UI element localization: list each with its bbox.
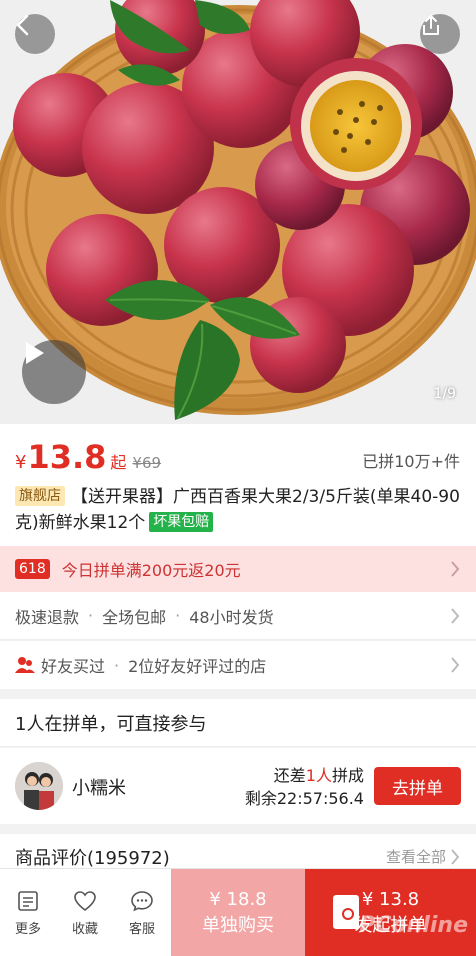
need-suffix: 拼成 xyxy=(331,766,364,785)
separator-dot: · xyxy=(175,606,181,625)
guarantee-tag: 坏果包赔 xyxy=(149,512,214,532)
price-row: ¥ 13.8 起 ¥69 xyxy=(15,438,161,476)
favorite-label: 收藏 xyxy=(71,921,98,937)
product-image-carousel[interactable]: 1/9 xyxy=(0,0,476,424)
view-all-reviews-link[interactable]: 查看全部 xyxy=(386,846,460,867)
chevron-right-icon xyxy=(451,607,460,624)
currency-symbol: ¥ xyxy=(15,452,27,473)
solo-label: 单独购买 xyxy=(202,915,274,936)
group-status: 还差1人拼成 剩余22:57:56.4 xyxy=(245,764,364,810)
chevron-left-icon xyxy=(16,14,29,36)
friends-icon xyxy=(15,657,35,673)
flagship-store-tag: 旗舰店 xyxy=(15,486,65,506)
friends-detail: 2位好友好评过的店 xyxy=(128,657,267,676)
heart-icon xyxy=(74,890,96,911)
customer-service-button[interactable]: 客服 xyxy=(114,869,170,956)
favorite-button[interactable]: 收藏 xyxy=(57,869,113,956)
service-item: 全场包邮 xyxy=(102,607,167,627)
group-buy-price: ¥ 13.8 xyxy=(361,889,420,910)
play-icon xyxy=(26,342,44,364)
red-packet-icon xyxy=(333,895,359,929)
reviews-label: 商品评价(195972) xyxy=(15,848,170,869)
more-button[interactable]: 更多 xyxy=(0,869,56,956)
service-item: 极速退款 xyxy=(15,607,80,627)
group-user-name: 小糯米 xyxy=(72,778,126,799)
list-icon xyxy=(18,890,38,911)
service-item: 48小时发货 xyxy=(189,607,274,627)
more-label: 更多 xyxy=(14,921,41,937)
group-section-header: 1人在拼单，可直接参与 xyxy=(0,699,476,747)
service-guarantees-row[interactable]: 极速退款 · 全场包邮 · 48小时发货 xyxy=(0,592,476,640)
need-count: 1人 xyxy=(305,766,332,785)
promo-badge: 618 xyxy=(15,559,50,579)
original-price: ¥69 xyxy=(132,454,162,472)
chevron-right-icon xyxy=(451,561,460,577)
sold-count: 已拼10万+件 xyxy=(362,452,460,471)
view-all-label: 查看全部 xyxy=(385,848,446,866)
promo-text: 今日拼单满200元返20元 xyxy=(61,561,241,580)
product-page: 1/9 ¥ 13.8 起 ¥69 已拼10万+件 旗舰店 【送开果器】广西百香果大… xyxy=(0,0,476,956)
play-video-button[interactable] xyxy=(22,340,86,404)
need-prefix: 还差 xyxy=(273,766,306,785)
chevron-right-icon xyxy=(451,848,460,865)
group-price: 13.8 xyxy=(27,438,107,476)
join-group-button[interactable]: 去拼单 xyxy=(374,767,461,805)
price-suffix: 起 xyxy=(110,453,127,472)
back-button[interactable] xyxy=(15,14,55,54)
countdown-timer: 剩余22:57:56.4 xyxy=(244,789,364,808)
chevron-right-icon xyxy=(451,657,460,673)
share-button[interactable] xyxy=(420,14,460,54)
solo-price: ¥ 18.8 xyxy=(209,889,267,910)
separator-dot: · xyxy=(114,655,120,675)
separator-dot: · xyxy=(88,606,94,625)
friends-label: 好友买过 xyxy=(41,657,106,676)
avatar xyxy=(15,762,63,810)
image-page-indicator: 1/9 xyxy=(433,386,456,402)
product-title-text: 【送开果器】广西百香果大果2/3/5斤装(单果40-90克)新鲜水果12个 xyxy=(15,487,460,533)
chat-icon xyxy=(131,890,153,911)
watermark: PConline xyxy=(359,913,468,938)
open-group-row: 小糯米 还差1人拼成 剩余22:57:56.4 去拼单 xyxy=(0,748,476,824)
product-title: 旗舰店 【送开果器】广西百香果大果2/3/5斤装(单果40-90克)新鲜水果12个… xyxy=(15,484,465,536)
price-block: ¥ 13.8 起 ¥69 已拼10万+件 旗舰店 【送开果器】广西百香果大果2/3… xyxy=(0,424,476,546)
bottom-action-bar: 更多 收藏 客服 ¥ 18.8 单独购买 ¥ 13.8 发起拼单 PConlin… xyxy=(0,868,476,956)
share-icon xyxy=(423,15,439,35)
avatar-image xyxy=(15,762,63,810)
customer-service-label: 客服 xyxy=(128,921,155,937)
buy-alone-button[interactable]: ¥ 18.8 单独购买 xyxy=(171,869,305,956)
promo-row[interactable]: 618 今日拼单满200元返20元 xyxy=(0,546,476,592)
friends-bought-row[interactable]: 好友买过 · 2位好友好评过的店 xyxy=(0,641,476,689)
